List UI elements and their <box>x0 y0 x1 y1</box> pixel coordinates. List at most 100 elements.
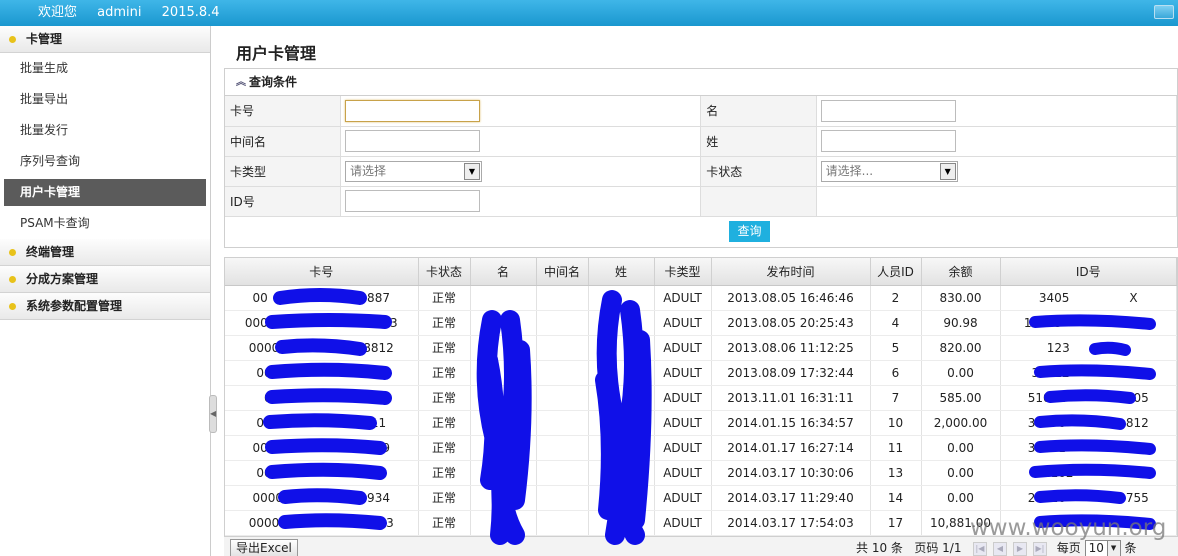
col-middle-name[interactable]: 中间名 <box>536 258 589 286</box>
col-card-status[interactable]: 卡状态 <box>418 258 471 286</box>
cell-middle-name <box>536 385 589 411</box>
per-page-label: 每页 <box>1056 541 1081 555</box>
cell-middle-name <box>536 285 589 311</box>
query-header[interactable]: ︽ 查询条件 <box>225 69 1177 96</box>
cell-first-name <box>470 410 537 436</box>
sidebar-group-system-config[interactable]: 系统参数配置管理 <box>0 293 210 320</box>
cell-last-name <box>588 460 655 486</box>
col-balance[interactable]: 余额 <box>921 258 1001 286</box>
cell-card-no: 0000 934 <box>225 485 419 511</box>
cell-issue-time: 2013.11.01 16:31:11 <box>711 385 871 411</box>
card-no-input[interactable] <box>344 99 480 122</box>
cell-id-no: 21020 755 <box>1000 485 1177 511</box>
sidebar-item-batch-generate[interactable]: 批量生成 <box>0 53 210 84</box>
prev-page-icon[interactable]: ◀ <box>992 541 1007 556</box>
cell-card-type: ADULT <box>654 335 712 361</box>
cell-card-status: 正常 <box>418 510 471 536</box>
sidebar-group-label: 终端管理 <box>26 245 75 259</box>
col-id-no[interactable]: ID号 <box>1000 258 1177 286</box>
cell-card-type: ADULT <box>654 310 712 336</box>
bullet-icon <box>9 276 16 283</box>
cell-person-id: 6 <box>870 360 922 386</box>
last-page-icon[interactable]: ▶| <box>1032 541 1047 556</box>
cell-person-id: 4 <box>870 310 922 336</box>
sidebar: 卡管理 批量生成 批量导出 批量发行 序列号查询 用户卡管理 PSAM卡查询 终… <box>0 26 211 556</box>
watermark: www.wooyun.org <box>970 515 1167 541</box>
table-row[interactable]: 00000 8823 正常 ADULT 2013.08.05 20:25:43 4 90.… <box>225 310 1177 336</box>
cell-person-id: 14 <box>870 485 922 511</box>
sidebar-group-card[interactable]: 卡管理 <box>0 26 210 53</box>
card-table: 卡号 卡状态 名 中间名 姓 卡类型 发布时间 人员ID 余额 ID号 00 7… <box>224 257 1178 537</box>
middle-name-input[interactable] <box>344 130 480 152</box>
cell-last-name <box>588 410 655 436</box>
window-button[interactable] <box>1154 5 1174 19</box>
sidebar-item-serial-query[interactable]: 序列号查询 <box>0 146 210 177</box>
table-row[interactable]: 000 7559 正常 ADULT 2014.01.17 16:27:14 11 0.00… <box>225 435 1177 461</box>
cell-id-no: 33071 671 <box>1000 435 1177 461</box>
table-row[interactable]: 0000 934 正常 ADULT 2014.03.17 11:29:40 14 0.00… <box>225 485 1177 511</box>
cell-card-type: ADULT <box>654 360 712 386</box>
col-person-id[interactable]: 人员ID <box>870 258 922 286</box>
collapse-up-icon: ︽ <box>236 77 246 88</box>
card-type-select[interactable]: 请选择 ▼ <box>344 160 482 182</box>
sidebar-group-label: 分成方案管理 <box>26 272 99 286</box>
cell-card-status: 正常 <box>418 385 471 411</box>
label-first-name: 名 <box>700 96 817 127</box>
cell-issue-time: 2013.08.09 17:32:44 <box>711 360 871 386</box>
col-issue-time[interactable]: 发布时间 <box>711 258 871 286</box>
cell-first-name <box>470 485 537 511</box>
page-title: 用户卡管理 <box>236 44 317 63</box>
cell-first-name <box>470 435 537 461</box>
empty-field-cell <box>816 186 1178 217</box>
cell-balance: 0.00 <box>921 460 1001 486</box>
card-status-select[interactable]: 请选择... ▼ <box>820 160 958 182</box>
sidebar-group-terminal[interactable]: 终端管理 <box>0 239 210 266</box>
col-card-type[interactable]: 卡类型 <box>654 258 712 286</box>
date-text: 2015.8.4 <box>161 5 220 20</box>
cell-issue-time: 2013.08.05 20:25:43 <box>711 310 871 336</box>
cell-issue-time: 2014.01.15 16:34:57 <box>711 410 871 436</box>
sidebar-item-batch-issue[interactable]: 批量发行 <box>0 115 210 146</box>
sidebar-item-psam-query[interactable]: PSAM卡查询 <box>0 208 210 239</box>
cell-balance: 585.00 <box>921 385 1001 411</box>
id-no-input[interactable] <box>344 190 480 212</box>
sidebar-collapse-handle[interactable]: ◀ <box>209 395 217 433</box>
card-type-value: 请选择 <box>349 163 386 178</box>
first-page-icon[interactable]: |◀ <box>972 541 987 556</box>
table-row[interactable]: 00 73887 正常 ADULT 2013.08.05 16:46:46 2 830.0… <box>225 285 1177 311</box>
cell-card-no: 000 792 <box>225 360 419 386</box>
per-page-select[interactable]: 10 ▼ <box>1084 540 1121 556</box>
cell-first-name <box>470 285 537 311</box>
cell-id-no: 3405 X <box>1000 285 1177 311</box>
cell-id-no: 51011 305 <box>1000 385 1177 411</box>
cell-card-type: ADULT <box>654 410 712 436</box>
last-name-input[interactable] <box>820 130 956 152</box>
table-row[interactable]: 0000 8812 正常 ADULT 2013.08.06 11:12:25 5 820.… <box>225 335 1177 361</box>
cell-issue-time: 2014.03.17 17:54:03 <box>711 510 871 536</box>
search-button[interactable]: 查询 <box>729 220 770 242</box>
main-content: 用户卡管理 ︽ 查询条件 卡号 名 中间名 姓 卡类型 请选择 ▼ 卡状态 请选择.… <box>224 26 1178 556</box>
table-row[interactable]: 000 748 正常 ADULT 2014.03.17 10:30:06 13 0.00 2… <box>225 460 1177 486</box>
cell-balance: 0.00 <box>921 435 1001 461</box>
per-page-value: 10 <box>1088 541 1104 555</box>
col-first-name[interactable]: 名 <box>470 258 537 286</box>
table-row[interactable]: 000 792 正常 ADULT 2013.08.09 17:32:44 6 0.00 34… <box>225 360 1177 386</box>
col-last-name[interactable]: 姓 <box>588 258 655 286</box>
sidebar-item-batch-export[interactable]: 批量导出 <box>0 84 210 115</box>
col-card-no[interactable]: 卡号 <box>225 258 419 286</box>
table-row[interactable]: 000 4 正常 ADULT 2013.11.01 16:31:11 7 585.00 51… <box>225 385 1177 411</box>
cell-balance: 820.00 <box>921 335 1001 361</box>
cell-person-id: 5 <box>870 335 922 361</box>
sidebar-group-label: 系统参数配置管理 <box>26 299 123 313</box>
cell-balance: 0.00 <box>921 360 1001 386</box>
sidebar-group-share-plan[interactable]: 分成方案管理 <box>0 266 210 293</box>
export-excel-button[interactable]: 导出Excel <box>230 539 298 556</box>
query-panel: ︽查询条件 卡号 名 中间名 姓 卡类型 请选择 ▼ 卡状态 请选择... ▼ <box>224 68 1178 248</box>
sidebar-item-user-card[interactable]: 用户卡管理 <box>4 179 206 206</box>
first-name-input[interactable] <box>820 99 956 122</box>
cell-middle-name <box>536 310 589 336</box>
table-row[interactable]: 000 511 正常 ADULT 2014.01.15 16:34:57 10 2,000… <box>225 410 1177 436</box>
cell-id-no: 2102 <box>1000 460 1177 486</box>
per-page-unit: 条 <box>1124 541 1137 555</box>
next-page-icon[interactable]: ▶ <box>1012 541 1027 556</box>
